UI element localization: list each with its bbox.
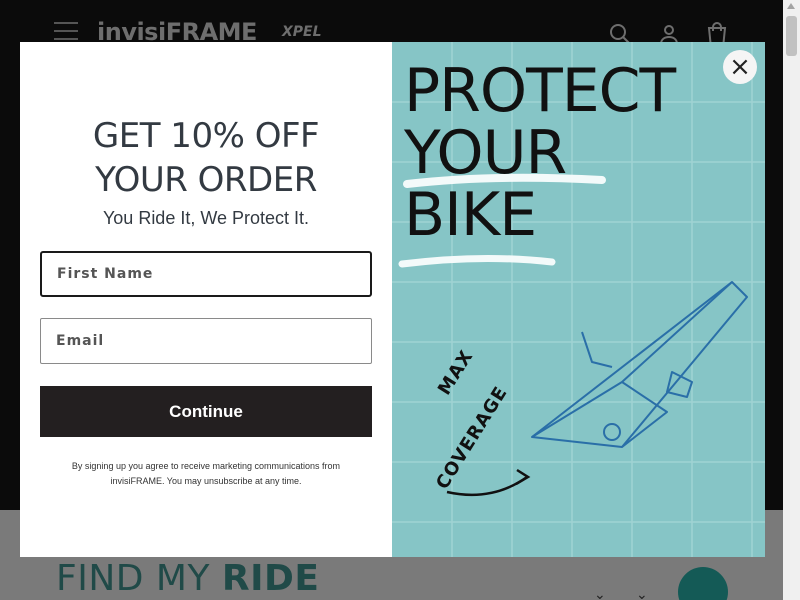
scrollbar[interactable] xyxy=(783,0,800,600)
continue-button[interactable]: Continue xyxy=(40,386,372,437)
signup-modal: GET 10% OFF YOUR ORDER You Ride It, We P… xyxy=(20,42,765,557)
chevron-down-icon[interactable]: ⌄ xyxy=(636,586,648,600)
disclaimer-text: By signing up you agree to receive marke… xyxy=(71,461,341,486)
headline-line-2: YOUR ORDER xyxy=(95,160,317,200)
offer-headline: GET 10% OFF YOUR ORDER xyxy=(20,114,392,202)
hero-line-1: PROTECT xyxy=(404,56,676,126)
close-button[interactable]: × xyxy=(723,50,757,84)
hero-line-2: YOUR xyxy=(404,118,567,188)
bike-frame-illustration xyxy=(531,281,748,448)
hero-line-3: BIKE xyxy=(404,180,537,250)
find-my-ride-title: FIND MY RIDE xyxy=(56,558,320,599)
scroll-thumb[interactable] xyxy=(786,16,797,56)
signup-form-panel: GET 10% OFF YOUR ORDER You Ride It, We P… xyxy=(20,42,392,557)
menu-icon[interactable] xyxy=(54,22,78,42)
email-field[interactable] xyxy=(40,318,372,364)
partner-logo: XPEL xyxy=(282,24,322,40)
chevron-down-icon[interactable]: ⌄ xyxy=(594,586,606,600)
tagline: You Ride It, We Protect It. xyxy=(102,208,310,228)
hero-panel: PROTECT YOUR BIKE MAX COVERAGE × xyxy=(392,42,765,557)
headline-line-1: GET 10% OFF xyxy=(92,116,320,156)
scroll-up-arrow[interactable] xyxy=(787,3,795,9)
hero-title: PROTECT YOUR BIKE xyxy=(404,56,676,250)
first-name-field[interactable] xyxy=(40,251,372,297)
